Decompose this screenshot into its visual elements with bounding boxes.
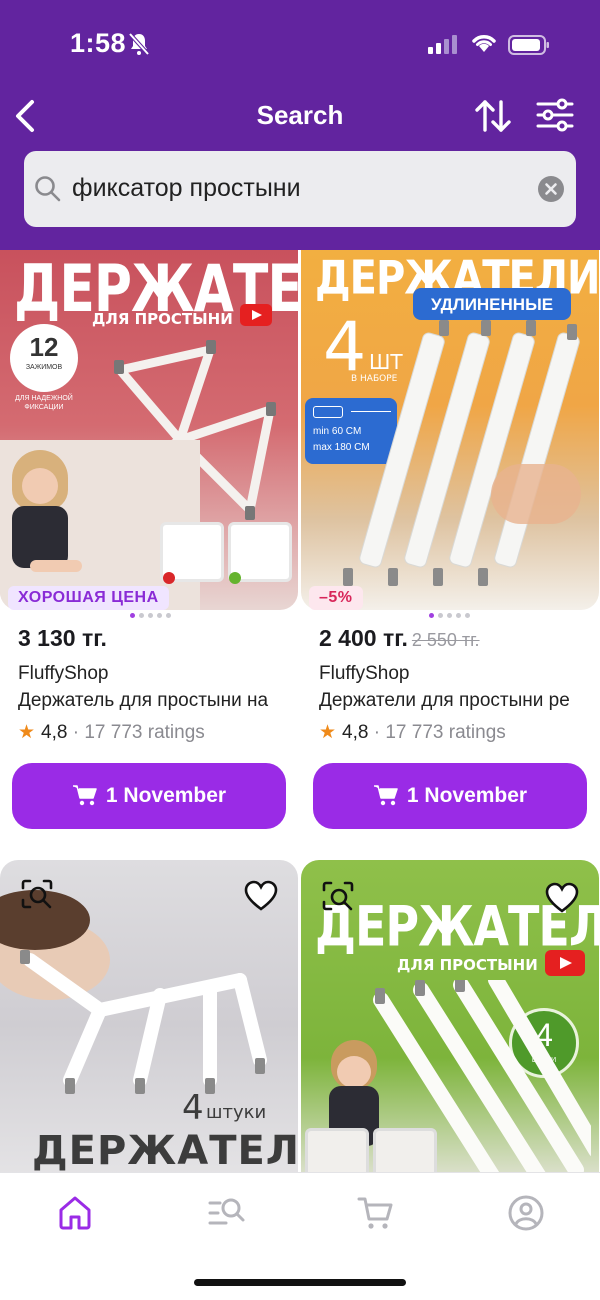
sort-icon[interactable] [474,98,512,134]
heart-icon[interactable] [244,880,278,912]
product-image[interactable]: ДЕРЖАТЕЛИ ДЛЯ ПРОСТЫНИ 12 ЗАЖИМОВ ДЛЯ НА… [0,200,298,610]
nav-row: Search [0,90,600,142]
count-circle: 12 ЗАЖИМОВ [10,324,78,392]
profile-icon[interactable] [506,1193,546,1233]
old-price: 2 550 тг. [411,630,480,650]
shop-name[interactable]: FluffyShop [18,663,108,685]
battery-icon [508,35,549,55]
cart-icon[interactable] [356,1193,396,1233]
home-indicator [194,1279,406,1286]
signal-icon [428,35,457,54]
wifi-icon [472,35,496,52]
child-body [12,506,68,568]
catalog-search-icon[interactable] [206,1193,246,1233]
plus-icon [229,572,241,584]
search-icon [35,176,61,202]
shop-name[interactable]: FluffyShop [319,663,409,685]
screen: ДЕРЖАТЕЛИ ДЛЯ ПРОСТЫНИ 12 ЗАЖИМОВ ДЛЯ НА… [0,0,600,1300]
add-to-cart-button[interactable]: 1 November [12,763,286,829]
header: 1:58 Search фиксатор простыни [0,0,600,250]
woman-face [491,464,581,524]
rating: ★ 4,8 · 17 773 ratings [18,722,205,743]
add-to-cart-button[interactable]: 1 November [313,763,587,829]
status-time: 1:58 [70,28,127,58]
image-subcaption: ДЛЯ ПРОСТЫНИ [92,310,233,328]
star-icon: ★ [319,722,337,743]
heart-icon[interactable] [545,882,579,914]
image-dots [429,613,470,621]
image-subcaption: ДЛЯ ПРОСТЫНИ [397,956,538,974]
badge-good-price: ХОРОШАЯ ЦЕНА [8,586,169,610]
price: 2 400 тг. 2 550 тг. [319,625,480,651]
filter-icon[interactable] [536,98,574,132]
image-note: ДЛЯ НАДЕЖНОЙ ФИКСАЦИИ [15,395,73,411]
star-icon: ★ [18,722,36,743]
child-legs [30,560,82,572]
product-image[interactable]: ДЕРЖАТЕЛИ ДЛЯ ПРОСТЫНИ 4 ШТУКИ [301,860,599,1190]
home-icon[interactable] [55,1193,95,1233]
badge-discount: –5% [309,586,363,610]
product-image[interactable]: ДЕРЖАТЕЛИ УДЛИНЕННЫЕ 4 ШТ В НАБОРЕ min 6… [301,200,599,610]
visual-search-icon[interactable] [321,880,355,912]
close-icon [545,183,557,195]
child-face [22,468,58,504]
image-dots [130,613,171,621]
cart-icon [373,785,398,806]
clear-search-button[interactable] [538,176,564,202]
tab-bar [0,1172,600,1300]
product-name[interactable]: Держатель для простыни на [18,690,293,712]
search-query[interactable]: фиксатор простыни [72,174,301,203]
video-icon [545,950,585,976]
image-caption: ДЕРЖАТЕЛИ [32,1128,298,1174]
minus-icon [163,572,175,584]
long-tag: УДЛИНЕННЫЕ [413,288,571,320]
rating: ★ 4,8 · 17 773 ratings [319,722,506,743]
child-face [337,1056,371,1088]
search-input[interactable]: фиксатор простыни [24,151,576,227]
video-icon [240,304,272,326]
status-bar: 1:58 [0,0,600,90]
product-name[interactable]: Держатели для простыни ре [319,690,594,712]
silent-bell-icon [128,32,150,56]
cart-icon [72,785,97,806]
straps-illustration [20,950,267,1094]
price: 3 130 тг. [18,625,107,651]
product-image[interactable]: 4 штуки ДЕРЖАТЕЛИ [0,860,298,1190]
straps-illustration [343,320,580,586]
image-count: 4 [182,1088,204,1128]
image-count-label: штуки [206,1102,267,1123]
visual-search-icon[interactable] [20,878,54,910]
